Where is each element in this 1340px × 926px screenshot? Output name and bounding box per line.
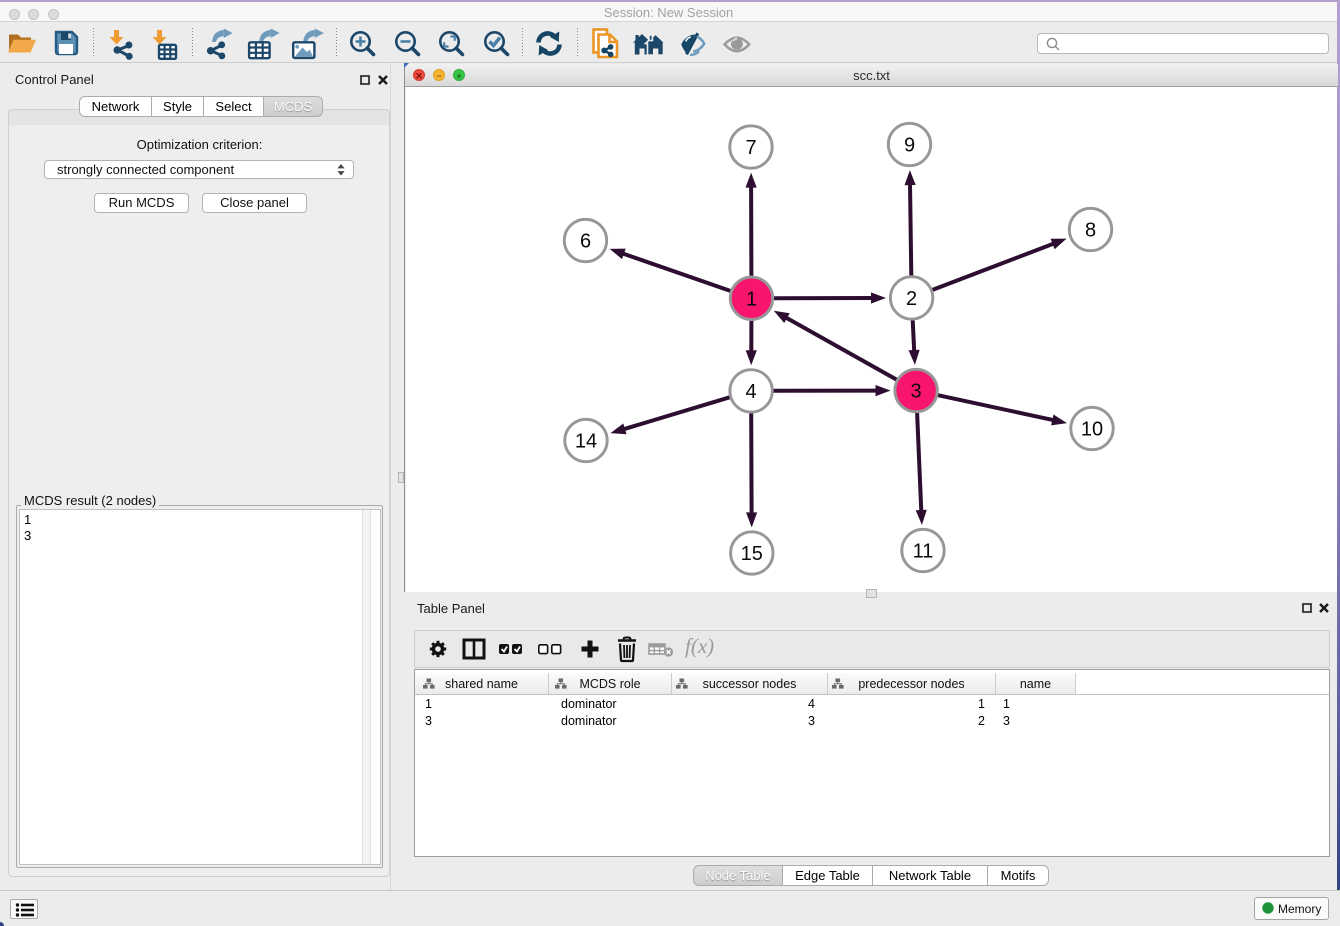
svg-text:8: 8 (1085, 219, 1096, 241)
svg-text:15: 15 (741, 543, 763, 565)
svg-text:9: 9 (904, 134, 915, 156)
svg-text:10: 10 (1081, 418, 1103, 440)
svg-text:4: 4 (746, 380, 757, 402)
svg-text:2: 2 (906, 287, 917, 309)
svg-text:3: 3 (911, 380, 922, 402)
svg-text:7: 7 (745, 137, 756, 159)
svg-text:1: 1 (746, 288, 757, 310)
svg-text:14: 14 (575, 430, 597, 452)
svg-text:6: 6 (580, 230, 591, 252)
svg-text:11: 11 (913, 540, 934, 562)
